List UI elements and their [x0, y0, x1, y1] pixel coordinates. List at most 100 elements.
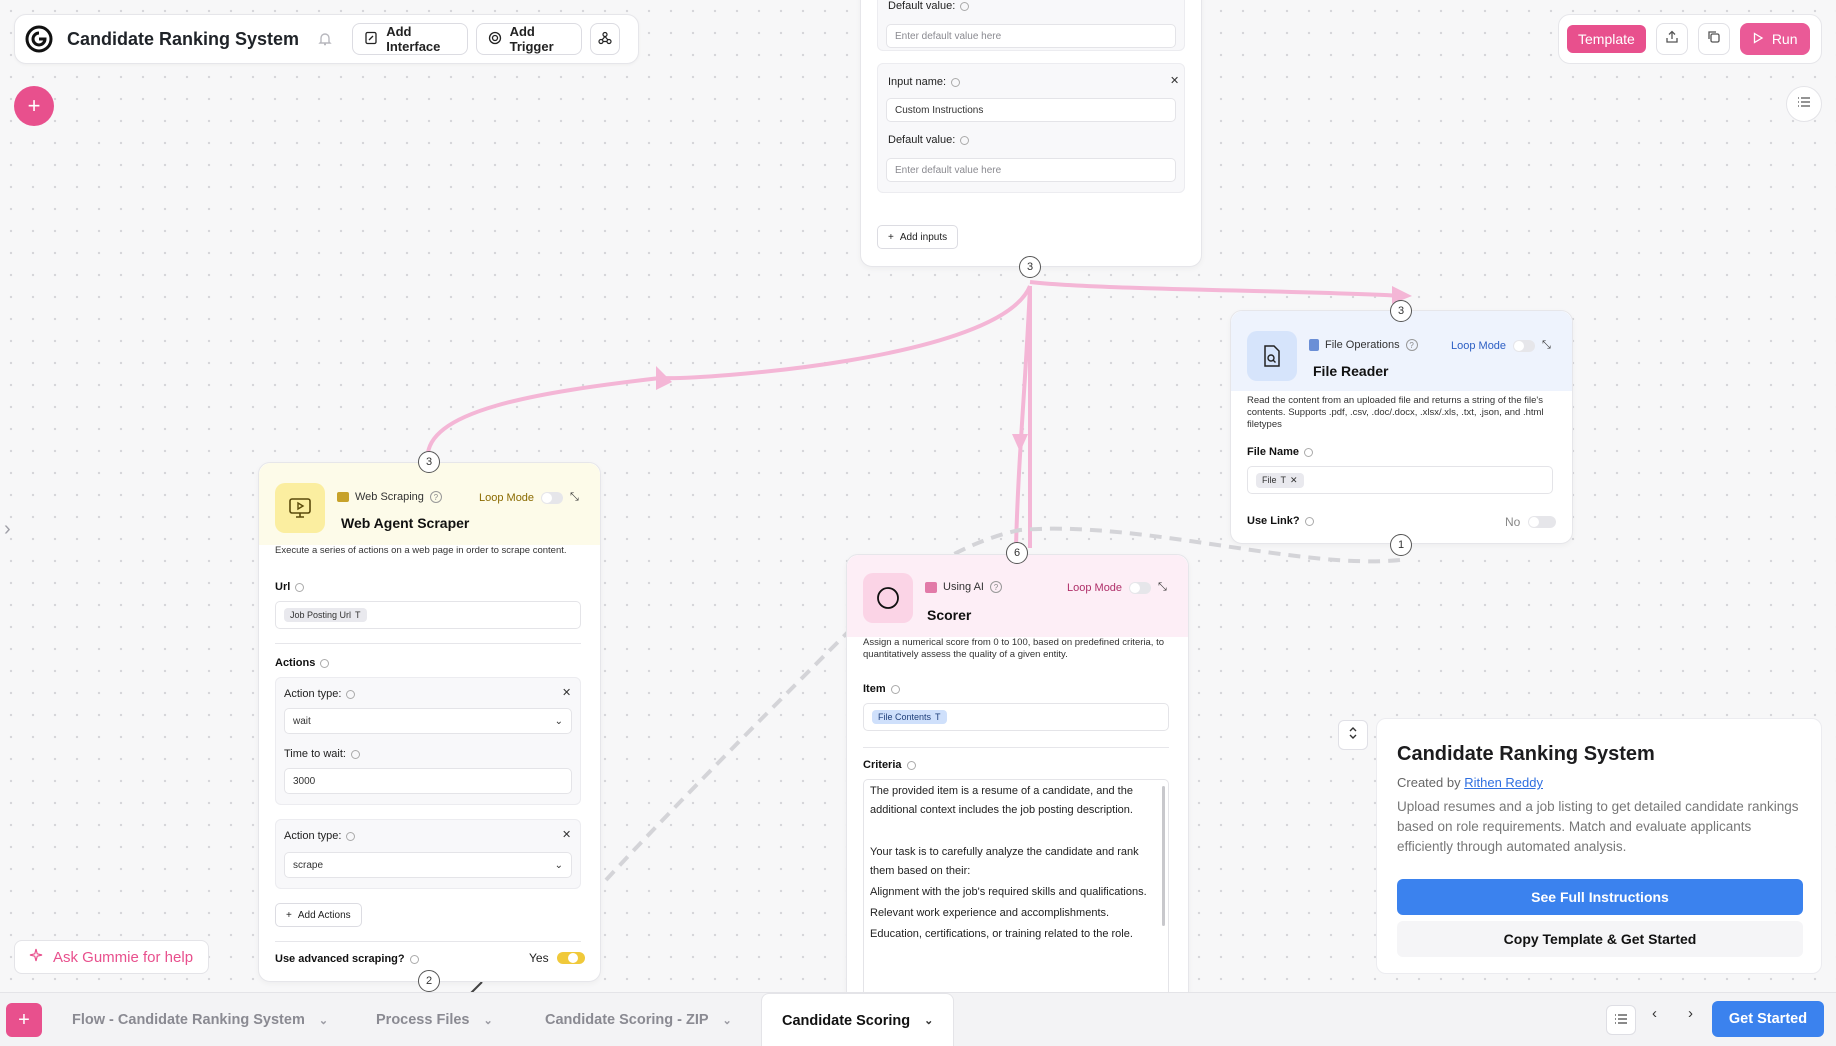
advanced-scraping-toggle[interactable]: [556, 952, 585, 964]
loop-mode-control[interactable]: Loop Mode ⤡: [479, 491, 579, 504]
criteria-textarea[interactable]: The provided item is a resume of a candi…: [863, 779, 1169, 995]
input-name-field[interactable]: Custom Instructions: [886, 98, 1176, 122]
add-node-button[interactable]: +: [14, 86, 54, 126]
top-toolbar: Candidate Ranking System Add Interface A…: [14, 14, 639, 64]
scorer-input-port[interactable]: 6: [1006, 542, 1028, 564]
advanced-scraping-value: Yes: [529, 951, 549, 965]
tab-flow-candidate-ranking[interactable]: Flow - Candidate Ranking System ⌄: [72, 993, 328, 1046]
remove-action-close-icon[interactable]: ✕: [562, 686, 571, 699]
info-icon: [409, 954, 419, 964]
expand-sidebar-chevron-icon[interactable]: ›: [4, 518, 11, 541]
divider: [275, 941, 581, 942]
loop-mode-toggle[interactable]: [1129, 581, 1152, 594]
chevron-down-icon[interactable]: ⌄: [723, 1014, 732, 1027]
action-type-select[interactable]: scrape ⌄: [284, 852, 572, 878]
help-icon[interactable]: ?: [429, 491, 442, 503]
webhook-button[interactable]: [590, 23, 620, 55]
sparkle-icon: [29, 948, 43, 966]
info-icon: [346, 689, 356, 699]
text-type-icon: T: [1280, 475, 1287, 485]
use-link-toggle[interactable]: [1528, 516, 1557, 528]
file-variable-chip[interactable]: File T ✕: [1256, 472, 1304, 488]
author-link[interactable]: Rithen Reddy: [1464, 775, 1543, 790]
input-card-1: Default value: Enter default value here: [877, 0, 1185, 51]
time-to-wait-input[interactable]: 3000: [284, 768, 572, 794]
trigger-icon: [488, 31, 502, 48]
file-reader-node[interactable]: File Operations ? Loop Mode ⤡ File Reade…: [1230, 310, 1573, 544]
remove-input-close-icon[interactable]: ✕: [1170, 74, 1179, 87]
criteria-line: Relevant work experience and accomplishm…: [870, 907, 1110, 919]
collapse-arrows-icon[interactable]: ⤡: [1542, 339, 1551, 352]
add-inputs-button[interactable]: + Add inputs: [877, 225, 959, 249]
web-scraper-node[interactable]: Web Scraping ? Loop Mode ⤡ Web Agent Scr…: [258, 462, 601, 982]
add-actions-button[interactable]: + Add Actions: [275, 903, 362, 927]
file-contents-chip[interactable]: File Contents T: [872, 710, 947, 724]
remove-action-close-icon[interactable]: ✕: [562, 828, 571, 841]
action-type-select[interactable]: wait ⌄: [284, 708, 572, 734]
loop-mode-label: Loop Mode: [1451, 339, 1507, 352]
file-reader-output-port[interactable]: 1: [1390, 534, 1412, 556]
copy-template-button[interactable]: Copy Template & Get Started: [1397, 921, 1803, 957]
file-search-icon: [1247, 331, 1297, 381]
item-input[interactable]: File Contents T: [863, 703, 1169, 731]
add-trigger-button[interactable]: Add Trigger: [475, 23, 583, 55]
input-node[interactable]: Default value: Enter default value here …: [860, 0, 1202, 267]
see-full-instructions-button[interactable]: See Full Instructions: [1397, 879, 1803, 915]
tab-candidate-scoring-zip[interactable]: Candidate Scoring - ZIP ⌄: [545, 993, 732, 1046]
previous-chevron-icon[interactable]: ‹: [1652, 1005, 1657, 1022]
share-button[interactable]: [1655, 23, 1688, 55]
add-flow-button[interactable]: +: [6, 1003, 42, 1037]
default-value-input[interactable]: Enter default value here: [886, 158, 1176, 182]
url-label: Url: [275, 581, 305, 593]
edge-arrow: [1012, 434, 1028, 452]
template-button[interactable]: Template: [1567, 25, 1646, 53]
tab-process-files[interactable]: Process Files ⌄: [376, 993, 493, 1046]
run-label: Run: [1771, 31, 1798, 47]
flow-list-button[interactable]: [1606, 1005, 1636, 1035]
web-scraping-category: Web Scraping ?: [337, 491, 442, 503]
toggle-info-panel-button[interactable]: [1338, 720, 1368, 750]
job-posting-url-chip[interactable]: Job Posting Url T: [284, 608, 367, 622]
file-reader-input-port[interactable]: 3: [1390, 300, 1412, 322]
input-node-output-port[interactable]: 3: [1019, 256, 1041, 278]
collapse-arrows-icon[interactable]: ⤡: [1158, 581, 1167, 594]
run-button[interactable]: Run: [1739, 23, 1810, 55]
file-name-input[interactable]: File T ✕: [1247, 466, 1553, 494]
bell-icon[interactable]: [315, 28, 334, 50]
scraper-input-port[interactable]: 3: [418, 451, 440, 473]
edge-input-to-filereader: [1029, 280, 1405, 298]
get-started-button[interactable]: Get Started: [1712, 1001, 1824, 1037]
criteria-scrollbar[interactable]: [1162, 786, 1165, 926]
chevron-down-icon[interactable]: ⌄: [319, 1014, 328, 1027]
help-icon[interactable]: ?: [1405, 339, 1418, 351]
action-type-label: Action type:: [284, 688, 356, 700]
loop-mode-control[interactable]: Loop Mode ⤡: [1451, 339, 1551, 352]
scraper-output-port[interactable]: 2: [418, 970, 440, 992]
loop-mode-toggle[interactable]: [1513, 339, 1536, 352]
add-trigger-label: Add Trigger: [509, 24, 554, 54]
chevron-down-icon[interactable]: ⌄: [484, 1014, 493, 1027]
url-input[interactable]: Job Posting Url T: [275, 601, 581, 629]
remove-chip-close-icon[interactable]: ✕: [1290, 475, 1298, 486]
edge-input-to-scorer-2: [1014, 285, 1032, 549]
action-type-label: Action type:: [284, 830, 356, 842]
loop-mode-toggle[interactable]: [541, 491, 564, 504]
loop-mode-control[interactable]: Loop Mode ⤡: [1067, 581, 1167, 594]
app-logo-icon[interactable]: [25, 24, 53, 54]
duplicate-button[interactable]: [1697, 23, 1730, 55]
template-info-panel: Candidate Ranking System Created by Rith…: [1376, 718, 1822, 974]
help-icon[interactable]: ?: [989, 581, 1002, 593]
collapse-arrows-icon[interactable]: ⤡: [570, 491, 579, 504]
scorer-node[interactable]: Using AI ? Loop Mode ⤡ Scorer Assign a n…: [846, 554, 1189, 995]
default-value-input[interactable]: Enter default value here: [886, 24, 1176, 48]
outline-button[interactable]: [1786, 86, 1822, 122]
use-link-switch[interactable]: No: [1505, 515, 1557, 529]
add-interface-button[interactable]: Add Interface: [352, 23, 468, 55]
app-title: Candidate Ranking System: [67, 28, 300, 49]
chevron-down-icon[interactable]: ⌄: [924, 1014, 933, 1027]
tab-candidate-scoring[interactable]: Candidate Scoring ⌄: [761, 993, 955, 1046]
bottom-tab-bar: + Flow - Candidate Ranking System ⌄ Proce…: [0, 992, 1836, 1046]
ask-gummie-button[interactable]: Ask Gummie for help: [14, 940, 209, 974]
next-chevron-icon[interactable]: ›: [1688, 1005, 1693, 1022]
advanced-scraping-switch[interactable]: Yes: [529, 951, 585, 965]
